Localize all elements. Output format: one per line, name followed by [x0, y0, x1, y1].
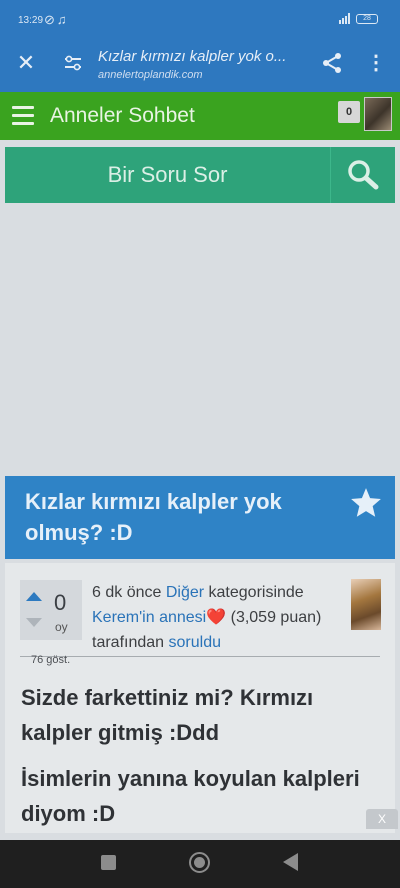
page-url: annelertoplandik.com	[98, 69, 203, 81]
back-icon[interactable]	[283, 853, 298, 871]
notification-count[interactable]: 0	[338, 101, 360, 123]
action-link[interactable]: soruldu	[169, 634, 221, 651]
question-header: Kızlar kırmızı kalpler yok olmuş? :D	[5, 476, 395, 559]
system-nav-bar	[0, 840, 400, 888]
vote-count: 0	[54, 590, 67, 615]
question-body-line: Sizde farkettiniz mi? Kırmızı kalpler gi…	[21, 685, 314, 745]
question-meta: 6 dk önce Diğer kategorisinde Kerem'in a…	[92, 580, 350, 655]
browser-toolbar: ✕ Kızlar kırmızı kalpler yok o... annele…	[0, 40, 400, 92]
status-right: 28	[339, 13, 378, 24]
upvote-icon[interactable]	[26, 592, 42, 601]
status-notification-icons: ⊘♫	[44, 12, 69, 27]
ad-close-button[interactable]: X	[366, 809, 398, 829]
author-points: (3,059 puan)	[230, 609, 322, 626]
site-name[interactable]: Anneler Sohbet	[50, 104, 195, 128]
search-icon[interactable]	[331, 147, 395, 203]
vote-unit: oy	[55, 620, 68, 634]
divider	[20, 656, 380, 657]
battery-level: 28	[363, 14, 371, 22]
downvote-icon[interactable]	[26, 618, 42, 627]
category-link[interactable]: Diğer	[166, 584, 204, 601]
question-card: 0 oy 6 dk önce Diğer kategorisinde Kerem…	[5, 563, 395, 833]
by-text: tarafından	[92, 634, 165, 651]
recents-icon[interactable]	[101, 855, 116, 870]
more-options-icon[interactable]: ⋮	[366, 51, 386, 75]
tune-icon[interactable]	[62, 52, 84, 74]
star-icon[interactable]	[349, 486, 383, 520]
vote-box: 0 oy	[20, 580, 82, 640]
author-link[interactable]: Kerem'in annesi	[92, 609, 206, 626]
home-icon[interactable]	[189, 852, 210, 873]
heart-icon: ❤️	[206, 609, 227, 626]
status-bar: 13:29 ⊘♫ 28	[0, 0, 400, 40]
category-suffix: kategorisinde	[208, 584, 304, 601]
question-title: Kızlar kırmızı kalpler yok olmuş? :D	[25, 489, 282, 545]
page-title: Kızlar kırmızı kalpler yok o...	[98, 48, 287, 65]
ask-question-button[interactable]: Bir Soru Sor	[5, 147, 330, 203]
ask-bar: Bir Soru Sor	[5, 147, 395, 203]
view-count: 76 göst.	[31, 654, 71, 666]
author-avatar[interactable]	[351, 579, 381, 630]
battery-icon: 28	[356, 13, 378, 24]
site-header: Anneler Sohbet 0	[0, 92, 400, 140]
user-avatar[interactable]	[364, 97, 392, 131]
time-ago: 6 dk önce	[92, 584, 162, 601]
menu-icon[interactable]	[12, 106, 34, 126]
close-icon[interactable]: ✕	[14, 51, 38, 75]
signal-icon	[339, 13, 350, 24]
status-time: 13:29	[18, 15, 44, 26]
share-icon[interactable]	[320, 51, 344, 75]
question-body-line: İsimlerin yanına koyulan kalpleri diyom …	[21, 766, 360, 826]
